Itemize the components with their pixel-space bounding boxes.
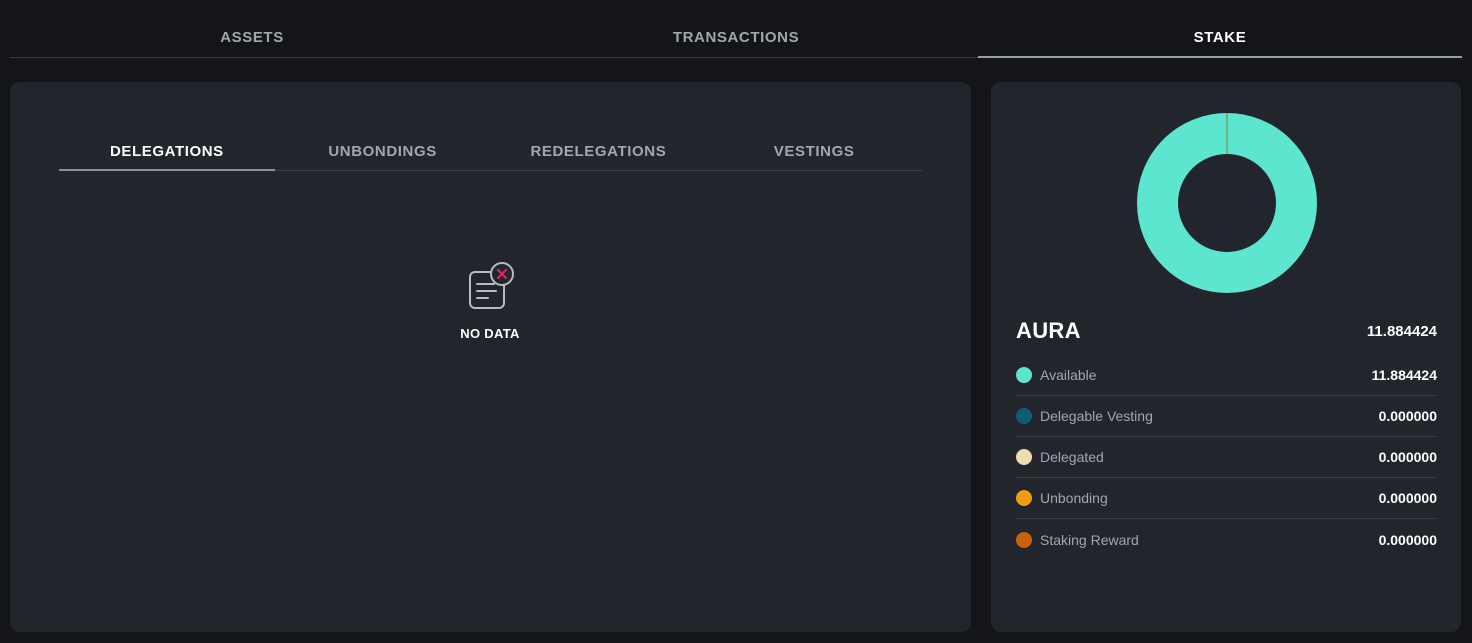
balance-row-unbonding: Unbonding 0.000000 — [1016, 478, 1437, 519]
unbonding-color-dot — [1016, 490, 1032, 506]
tab-stake[interactable]: STAKE — [978, 18, 1462, 58]
tab-vestings[interactable]: VESTINGS — [706, 130, 922, 170]
balance-row-value: 11.884424 — [1371, 367, 1437, 383]
stake-page: ASSETS TRANSACTIONS STAKE DELEGATIONS UN… — [0, 0, 1472, 643]
tab-delegations[interactable]: DELEGATIONS — [59, 130, 275, 171]
balance-row-value: 0.000000 — [1378, 490, 1437, 506]
balance-row-value: 0.000000 — [1378, 531, 1437, 548]
balance-row-value: 0.000000 — [1378, 449, 1437, 465]
balance-row-delegable-vesting: Delegable Vesting 0.000000 — [1016, 396, 1437, 437]
top-tab-bar: ASSETS TRANSACTIONS STAKE — [10, 18, 1462, 58]
staking-list-panel: DELEGATIONS UNBONDINGS REDELEGATIONS VES… — [10, 82, 971, 632]
balance-row-label: Available — [1040, 367, 1097, 383]
donut-segment-available — [1137, 113, 1317, 293]
delegated-color-dot — [1016, 449, 1032, 465]
balance-summary-panel: AURA 11.884424 Available 11.884424 Deleg… — [991, 82, 1461, 632]
balance-row-label: Staking Reward — [1040, 531, 1139, 548]
sub-tab-bar: DELEGATIONS UNBONDINGS REDELEGATIONS VES… — [59, 130, 922, 171]
balance-row-staking-reward: Staking Reward 0.000000 — [1016, 519, 1437, 560]
tab-redelegations[interactable]: REDELEGATIONS — [491, 130, 707, 170]
delegable-vesting-color-dot — [1016, 408, 1032, 424]
balance-row-delegated: Delegated 0.000000 — [1016, 437, 1437, 478]
balance-breakdown-list: Available 11.884424 Delegable Vesting 0.… — [1016, 355, 1437, 560]
balance-row-label: Unbonding — [1040, 490, 1108, 506]
tab-assets[interactable]: ASSETS — [10, 18, 494, 57]
available-color-dot — [1016, 367, 1032, 383]
tab-transactions[interactable]: TRANSACTIONS — [494, 18, 978, 57]
balance-row-available: Available 11.884424 — [1016, 355, 1437, 396]
staking-reward-color-dot — [1016, 531, 1032, 548]
token-name: AURA — [1016, 318, 1081, 343]
no-data-label: NO DATA — [460, 326, 520, 341]
empty-state: NO DATA — [440, 262, 540, 341]
token-balance-header: AURA 11.884424 — [1016, 318, 1437, 344]
balance-row-label: Delegated — [1040, 449, 1104, 465]
balance-donut-chart — [1137, 113, 1317, 293]
tab-unbondings[interactable]: UNBONDINGS — [275, 130, 491, 170]
balance-row-label: Delegable Vesting — [1040, 408, 1153, 424]
token-total: 11.884424 — [1366, 322, 1437, 340]
balance-row-value: 0.000000 — [1378, 408, 1437, 424]
no-data-document-icon — [440, 262, 540, 314]
